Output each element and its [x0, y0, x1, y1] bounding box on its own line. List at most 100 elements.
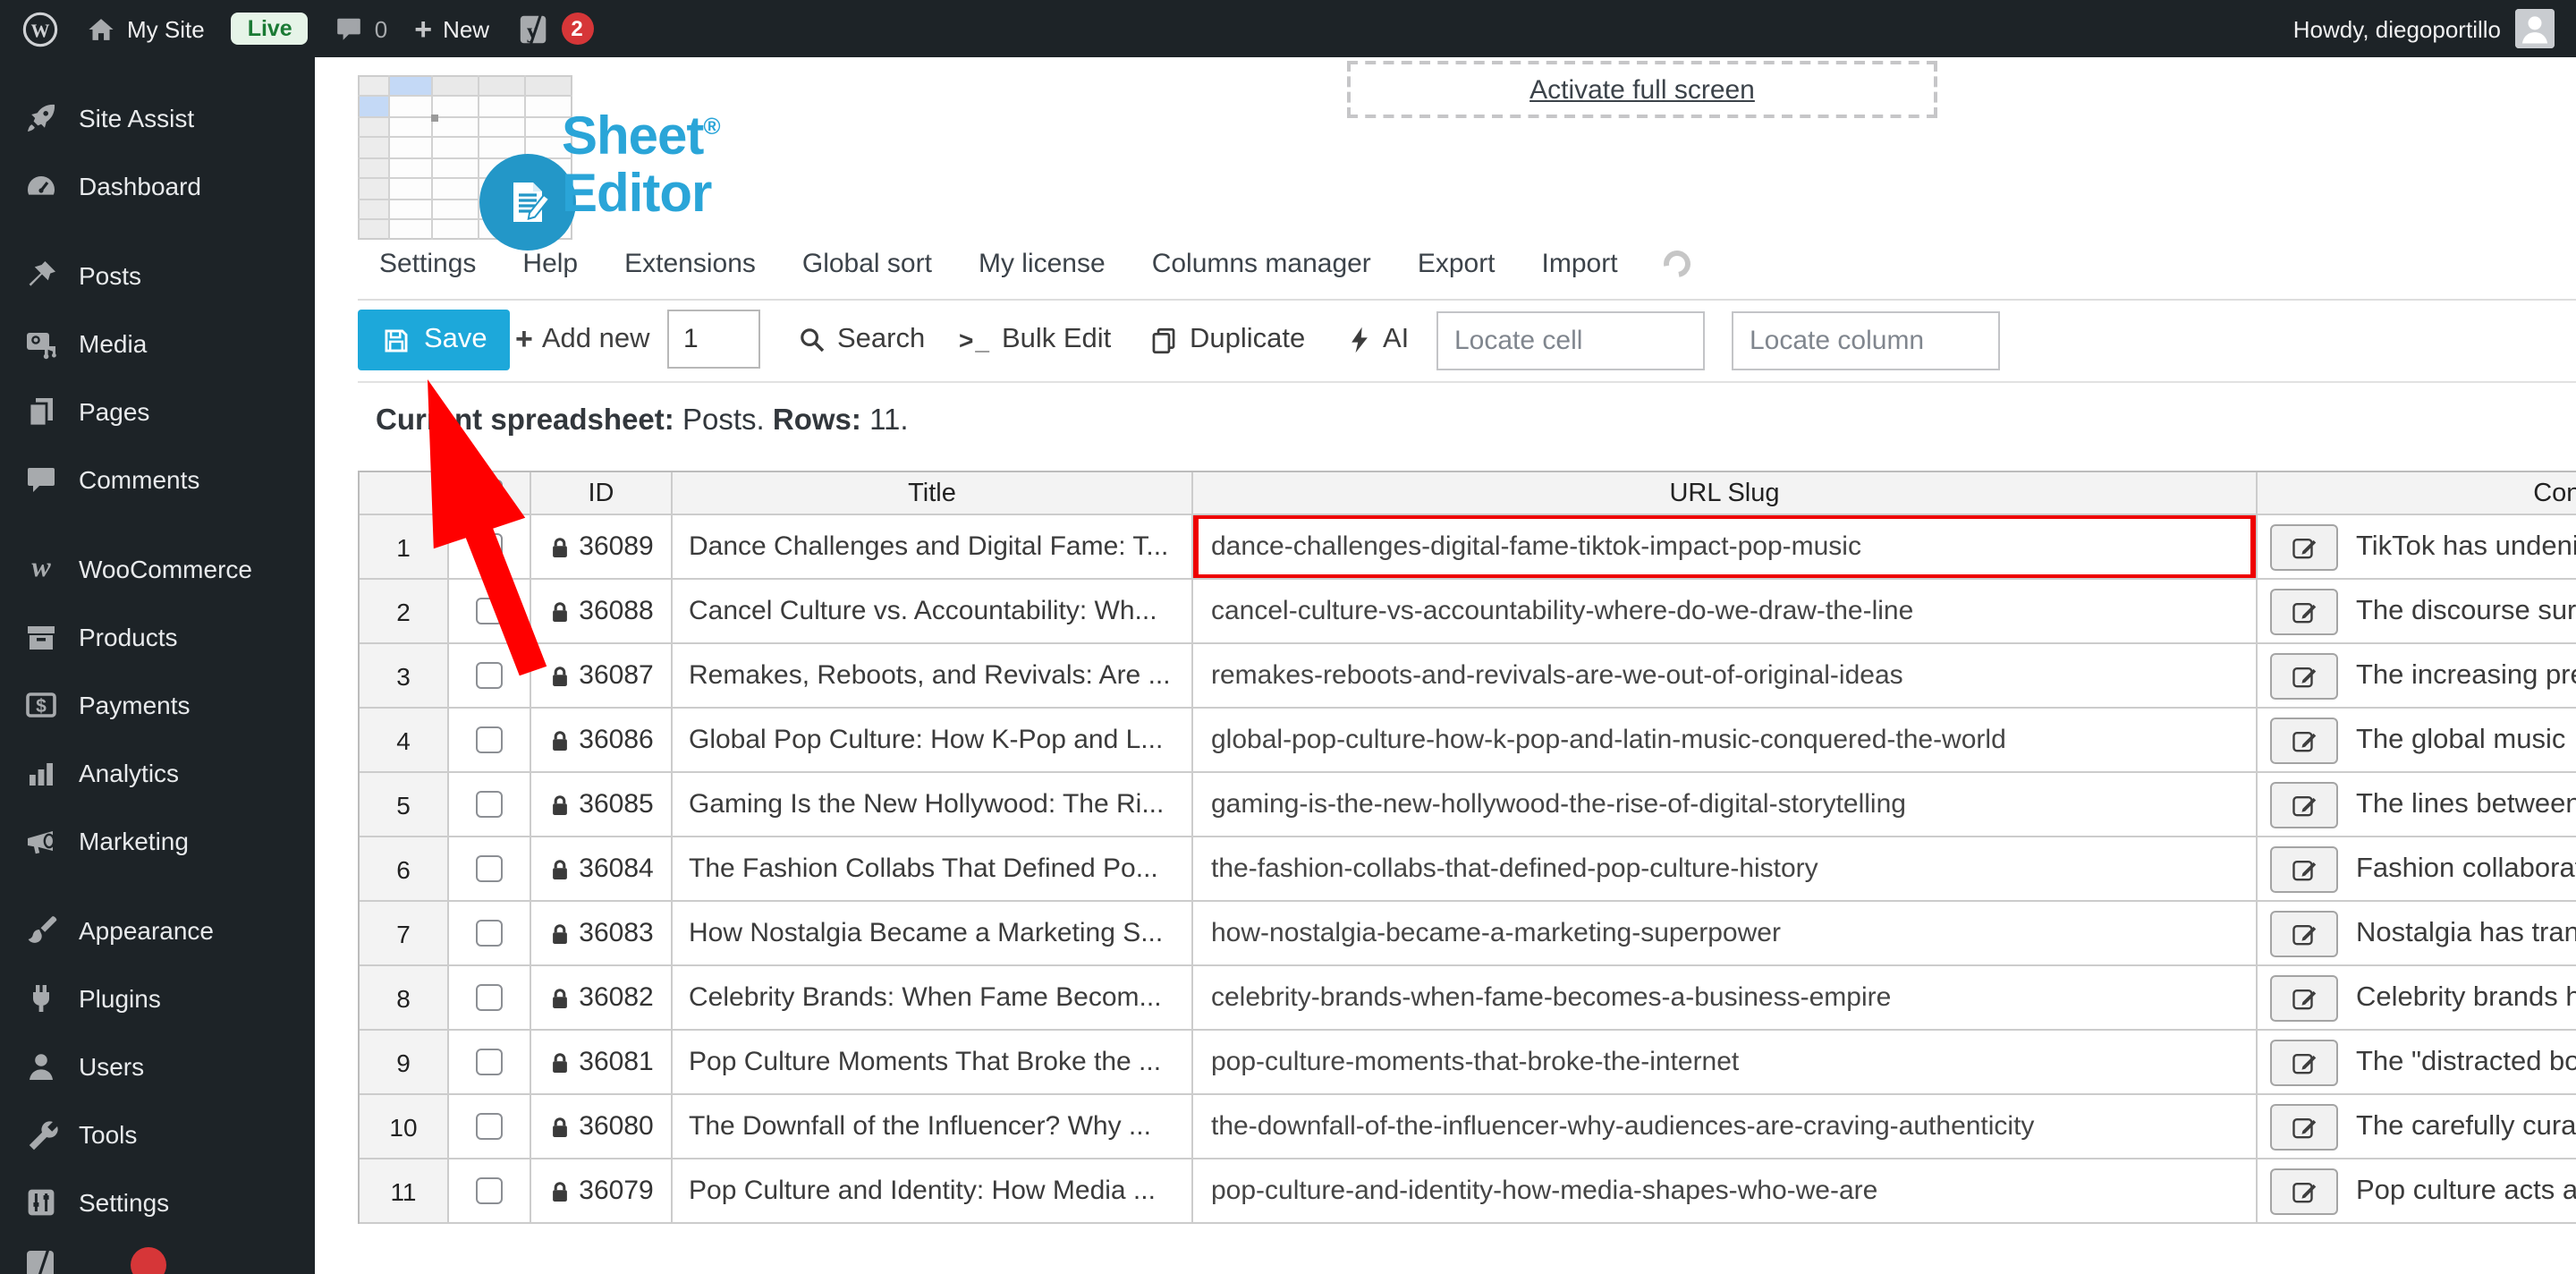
row-number-cell[interactable]: 6	[360, 837, 449, 902]
row-number-cell[interactable]: 11	[360, 1159, 449, 1224]
menu-help[interactable]: Help	[522, 249, 578, 279]
sidebar-item-partial[interactable]	[0, 1238, 315, 1274]
content-cell[interactable]: The carefully cura	[2258, 1095, 2576, 1159]
title-column-header[interactable]: Title	[673, 472, 1193, 515]
slug-cell[interactable]: global-pop-culture-how-k-pop-and-latin-m…	[1193, 709, 2258, 773]
row-checkbox[interactable]	[476, 920, 503, 947]
title-cell[interactable]: Cancel Culture vs. Accountability: Wh...	[673, 580, 1193, 644]
row-checkbox[interactable]	[476, 726, 503, 753]
edit-content-button[interactable]	[2270, 717, 2338, 763]
id-cell[interactable]: 36086	[531, 709, 673, 773]
edit-content-button[interactable]	[2270, 523, 2338, 570]
row-select-cell[interactable]	[449, 966, 531, 1031]
content-cell[interactable]: The discourse sur	[2258, 580, 2576, 644]
sidebar-item-analytics[interactable]: Analytics	[0, 741, 315, 805]
slug-cell[interactable]: pop-culture-and-identity-how-media-shape…	[1193, 1159, 2258, 1224]
slug-cell[interactable]: the-downfall-of-the-influencer-why-audie…	[1193, 1095, 2258, 1159]
edit-content-button[interactable]	[2270, 1103, 2338, 1150]
id-cell[interactable]: 36087	[531, 644, 673, 709]
add-new-button[interactable]: + Add new	[515, 310, 650, 370]
avatar[interactable]	[2515, 9, 2555, 48]
content-cell[interactable]: Pop culture acts a	[2258, 1159, 2576, 1224]
row-checkbox[interactable]	[476, 1177, 503, 1204]
sidebar-item-tools[interactable]: Tools	[0, 1102, 315, 1167]
new-button[interactable]: + New	[414, 13, 489, 44]
id-cell[interactable]: 36079	[531, 1159, 673, 1224]
row-select-cell[interactable]	[449, 902, 531, 966]
wordpress-logo-icon[interactable]: W	[21, 10, 59, 47]
slug-cell[interactable]: dance-challenges-digital-fame-tiktok-imp…	[1193, 515, 2258, 580]
row-select-cell[interactable]	[449, 773, 531, 837]
title-cell[interactable]: Gaming Is the New Hollywood: The Ri...	[673, 773, 1193, 837]
content-cell[interactable]: The global music	[2258, 709, 2576, 773]
add-count-input[interactable]	[667, 310, 760, 369]
edit-content-button[interactable]	[2270, 652, 2338, 699]
id-cell[interactable]: 36081	[531, 1031, 673, 1095]
search-button[interactable]: Search	[798, 310, 925, 370]
title-cell[interactable]: Pop Culture Moments That Broke the ...	[673, 1031, 1193, 1095]
row-checkbox[interactable]	[476, 1113, 503, 1140]
id-cell[interactable]: 36088	[531, 580, 673, 644]
row-select-cell[interactable]	[449, 837, 531, 902]
sidebar-item-payments[interactable]: $ Payments	[0, 673, 315, 737]
select-all-header-cell[interactable]	[449, 472, 531, 515]
edit-content-button[interactable]	[2270, 974, 2338, 1021]
yoast-menu[interactable]: y 2	[516, 12, 594, 46]
title-cell[interactable]: Global Pop Culture: How K-Pop and L...	[673, 709, 1193, 773]
row-number-cell[interactable]: 2	[360, 580, 449, 644]
content-cell[interactable]: The lines between	[2258, 773, 2576, 837]
id-cell[interactable]: 36080	[531, 1095, 673, 1159]
menu-import[interactable]: Import	[1542, 249, 1618, 279]
sidebar-item-dashboard[interactable]: Dashboard	[0, 154, 315, 218]
edit-content-button[interactable]	[2270, 845, 2338, 892]
slug-cell[interactable]: remakes-reboots-and-revivals-are-we-out-…	[1193, 644, 2258, 709]
title-cell[interactable]: Remakes, Reboots, and Revivals: Are ...	[673, 644, 1193, 709]
row-number-cell[interactable]: 8	[360, 966, 449, 1031]
id-cell[interactable]: 36084	[531, 837, 673, 902]
slug-cell[interactable]: cancel-culture-vs-accountability-where-d…	[1193, 580, 2258, 644]
edit-content-button[interactable]	[2270, 781, 2338, 828]
bulk-edit-button[interactable]: >_ Bulk Edit	[959, 310, 1111, 370]
sidebar-item-comments[interactable]: Comments	[0, 447, 315, 512]
sidebar-item-media[interactable]: Media	[0, 311, 315, 376]
corner-header-cell[interactable]	[360, 472, 449, 515]
edit-content-button[interactable]	[2270, 588, 2338, 634]
row-checkbox[interactable]	[476, 662, 503, 689]
comments-link[interactable]: 0	[335, 14, 387, 43]
sidebar-item-appearance[interactable]: Appearance	[0, 898, 315, 963]
menu-my-license[interactable]: My license	[979, 249, 1106, 279]
row-select-cell[interactable]	[449, 709, 531, 773]
menu-settings[interactable]: Settings	[379, 249, 476, 279]
id-cell[interactable]: 36085	[531, 773, 673, 837]
save-button[interactable]: Save	[358, 310, 511, 370]
menu-columns-manager[interactable]: Columns manager	[1152, 249, 1371, 279]
content-cell[interactable]: Fashion collaborat	[2258, 837, 2576, 902]
url-slug-column-header[interactable]: URL Slug	[1193, 472, 2258, 515]
howdy-text[interactable]: Howdy, diegoportillo	[2293, 15, 2501, 42]
content-cell[interactable]: Nostalgia has tran	[2258, 902, 2576, 966]
row-number-cell[interactable]: 5	[360, 773, 449, 837]
row-number-cell[interactable]: 9	[360, 1031, 449, 1095]
row-checkbox[interactable]	[476, 855, 503, 882]
locate-cell-input[interactable]	[1436, 310, 1705, 369]
sidebar-item-products[interactable]: Products	[0, 605, 315, 669]
id-cell[interactable]: 36089	[531, 515, 673, 580]
menu-extensions[interactable]: Extensions	[624, 249, 756, 279]
sidebar-item-users[interactable]: Users	[0, 1034, 315, 1099]
row-select-cell[interactable]	[449, 580, 531, 644]
sidebar-item-settings[interactable]: Settings	[0, 1170, 315, 1235]
my-site-link[interactable]: My Site	[86, 13, 205, 44]
row-select-cell[interactable]	[449, 1159, 531, 1224]
title-cell[interactable]: The Downfall of the Influencer? Why ...	[673, 1095, 1193, 1159]
edit-content-button[interactable]	[2270, 910, 2338, 956]
id-cell[interactable]: 36083	[531, 902, 673, 966]
row-checkbox[interactable]	[476, 791, 503, 818]
slug-cell[interactable]: how-nostalgia-became-a-marketing-superpo…	[1193, 902, 2258, 966]
fullscreen-link[interactable]: Activate full screen	[1530, 74, 1755, 105]
title-cell[interactable]: Celebrity Brands: When Fame Becom...	[673, 966, 1193, 1031]
content-cell[interactable]: Celebrity brands h	[2258, 966, 2576, 1031]
title-cell[interactable]: How Nostalgia Became a Marketing S...	[673, 902, 1193, 966]
row-select-cell[interactable]	[449, 1031, 531, 1095]
row-select-cell[interactable]	[449, 1095, 531, 1159]
title-cell[interactable]: Dance Challenges and Digital Fame: T...	[673, 515, 1193, 580]
